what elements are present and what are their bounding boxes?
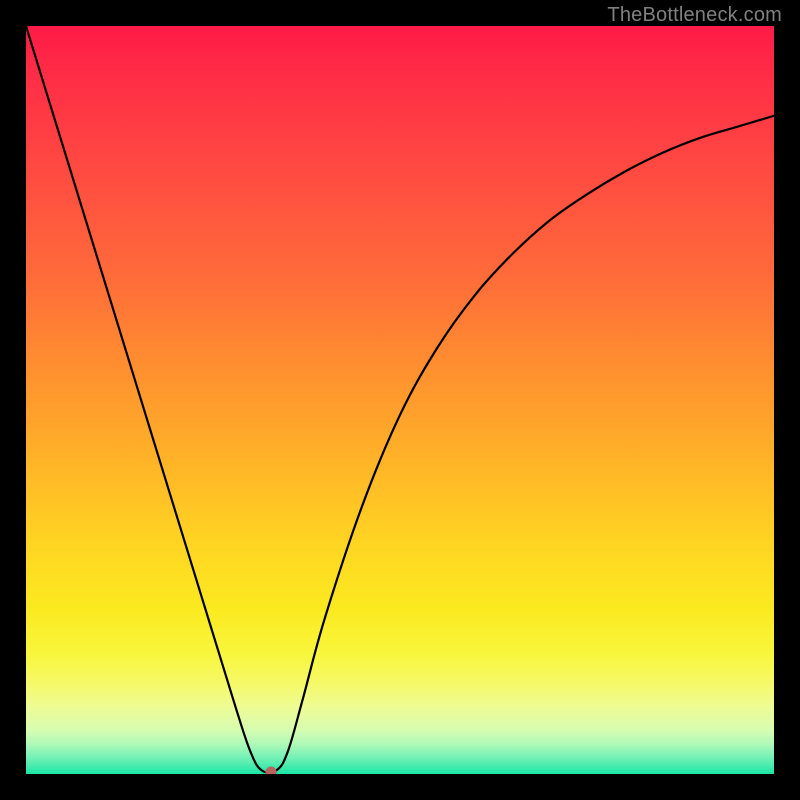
minimum-marker: [266, 766, 277, 774]
plot-area: [26, 26, 774, 774]
watermark-text: TheBottleneck.com: [607, 4, 782, 27]
bottleneck-curve: [26, 26, 774, 773]
chart-frame: TheBottleneck.com: [0, 0, 800, 800]
curve-svg: [26, 26, 774, 774]
